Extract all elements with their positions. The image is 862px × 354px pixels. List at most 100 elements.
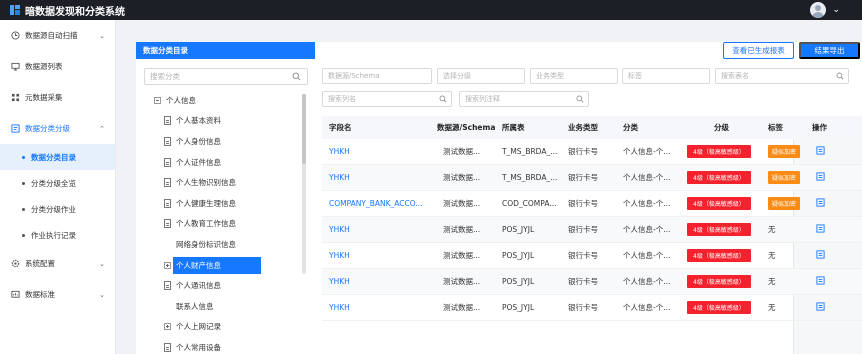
expand-icon[interactable]	[164, 261, 171, 269]
field-name-link[interactable]: COMPANY_BANK_ACCO...	[329, 199, 423, 208]
datasource-cell: 测试数据...	[443, 173, 481, 182]
datasource-cell: 测试数据...	[443, 251, 481, 260]
edit-icon[interactable]	[816, 276, 825, 285]
column-name-search[interactable]: 搜索列名	[322, 91, 452, 107]
expand-icon[interactable]	[164, 323, 171, 331]
sidebar-subitem-overview[interactable]: 分类分级全览	[0, 170, 115, 196]
document-icon	[164, 219, 171, 229]
class-cell: 个人信息-个...	[623, 277, 671, 286]
table-row[interactable]: YHKH 测试数据... T_MS_BRDA_... 银行卡号 个人信息-个... 4级（…	[322, 165, 862, 191]
chevron-down-icon: ⌄	[99, 290, 105, 299]
edit-icon[interactable]	[816, 172, 825, 181]
bullet-icon	[22, 207, 25, 211]
edit-icon[interactable]	[816, 250, 825, 259]
tree-node[interactable]: 个人生物识别信息	[136, 172, 315, 193]
category-search-input[interactable]	[144, 68, 308, 85]
sidebar-item-data-standard[interactable]: 数据标准 ⌄	[0, 279, 115, 310]
search-icon[interactable]	[439, 95, 447, 103]
edit-icon[interactable]	[816, 198, 825, 207]
field-name-link[interactable]: YHKH	[329, 277, 350, 286]
tag-badge: 疑似加密	[768, 197, 801, 210]
tree-node[interactable]: 个人身份信息	[136, 131, 315, 152]
column-header: 分类	[623, 123, 638, 132]
sidebar-subitem-label: 分类分级作业	[31, 204, 76, 214]
search-icon[interactable]	[292, 72, 301, 81]
datasource-filter[interactable]: 数据源/Schema	[322, 68, 432, 84]
table-body: YHKH 测试数据... T_MS_BRDA_... 银行卡号 个人信息-个... 4级（…	[322, 139, 862, 321]
sidebar-item-auto-scan[interactable]: 数据源自动扫描 ⌄	[0, 20, 115, 51]
user-menu[interactable]: ⌄	[810, 2, 840, 18]
class-cell: 个人信息-个...	[623, 147, 671, 156]
sidebar-item-label: 数据源列表	[25, 62, 63, 71]
datasource-cell: 测试数据...	[443, 147, 481, 156]
tag-icon	[10, 124, 20, 134]
chevron-down-icon: ⌄	[99, 259, 105, 268]
tree-node[interactable]: 个人教育工作信息	[136, 214, 315, 235]
edit-icon[interactable]	[816, 224, 825, 233]
field-name-link[interactable]: YHKH	[329, 251, 350, 260]
sidebar-subitem-label: 数据分类目录	[31, 152, 76, 162]
tree-node[interactable]: 个人通讯信息	[136, 275, 315, 296]
tag-badge: 疑似加密	[768, 171, 801, 184]
view-report-button[interactable]: 查看已生成报表	[723, 42, 794, 59]
field-name-link[interactable]: YHKH	[329, 173, 350, 182]
column-header: 数据源/Schema	[437, 123, 495, 132]
sidebar-item-metadata[interactable]: 元数据采集	[0, 82, 115, 113]
document-icon	[164, 281, 171, 291]
document-icon	[164, 116, 171, 126]
table-row[interactable]: YHKH 测试数据... POS_JYJL 银行卡号 个人信息-个... 4级（极高敏感级…	[322, 217, 862, 243]
collapse-icon[interactable]	[154, 96, 161, 104]
edit-icon[interactable]	[816, 302, 825, 311]
datasource-cell: 测试数据...	[443, 199, 481, 208]
table-row[interactable]: COMPANY_BANK_ACCO... 测试数据... COD_COMPA... 银…	[322, 191, 862, 217]
sidebar-item-datasource-list[interactable]: 数据源列表	[0, 51, 115, 82]
biz-type-cell: 银行卡号	[568, 251, 598, 260]
tree-node[interactable]: 联系人信息	[136, 296, 315, 317]
avatar[interactable]	[810, 2, 827, 18]
level-badge: 4级（极高敏感级）	[687, 145, 751, 158]
search-icon[interactable]	[576, 95, 584, 103]
biz-type-filter[interactable]: 业务类型	[530, 68, 618, 84]
bullet-icon	[22, 233, 25, 237]
tag-text: 无	[768, 225, 776, 234]
biz-type-cell: 银行卡号	[568, 173, 598, 182]
field-name-link[interactable]: YHKH	[329, 303, 350, 312]
tree-node[interactable]: 个人基本资料	[136, 111, 315, 132]
sidebar-item-label: 系统配置	[25, 259, 55, 268]
tree-node-root[interactable]: 个人信息	[136, 90, 315, 111]
sidebar-subitem-label: 分类分级全览	[31, 178, 76, 188]
tree-node[interactable]: 网络身份标识信息	[136, 234, 315, 255]
document-icon	[164, 136, 171, 146]
tree-node[interactable]: 个人上网记录	[136, 317, 315, 338]
tree-scrollbar-thumb[interactable]	[302, 94, 306, 164]
table-row[interactable]: YHKH 测试数据... POS_JYJL 银行卡号 个人信息-个... 4级（极高敏感级…	[322, 295, 862, 321]
table-row[interactable]: YHKH 测试数据... POS_JYJL 银行卡号 个人信息-个... 4级（极高敏感级…	[322, 269, 862, 295]
column-comment-search[interactable]: 搜索列注释	[459, 91, 589, 107]
tag-filter[interactable]: 标签	[622, 68, 710, 84]
sidebar-subitem-jobs[interactable]: 分类分级作业	[0, 196, 115, 222]
biz-type-cell: 银行卡号	[568, 199, 598, 208]
sidebar-item-system-config[interactable]: 系统配置 ⌄	[0, 248, 115, 279]
search-icon[interactable]	[836, 72, 844, 80]
tree-node[interactable]: 个人健康生理信息	[136, 193, 315, 214]
chevron-down-icon[interactable]: ⌄	[832, 5, 840, 15]
table-name-search[interactable]: 搜索表名	[715, 68, 849, 84]
class-cell: 个人信息-个...	[623, 199, 671, 208]
field-name-link[interactable]: YHKH	[329, 225, 350, 234]
category-tree-panel: 数据分类目录 个人信息 个人基本资料 个人身份信息 个人证件信息 个人生物识别信…	[136, 42, 315, 354]
table-header: 字段名 数据源/Schema 所属表 业务类型 分类 分级 标签 操作	[322, 116, 862, 139]
column-header: 操作	[812, 123, 827, 132]
level-filter[interactable]: 选择分级	[437, 68, 525, 84]
tree-node[interactable]: 个人常用设备	[136, 337, 315, 354]
edit-icon[interactable]	[816, 146, 825, 155]
sidebar-item-classification[interactable]: 数据分类分级 ⌃	[0, 113, 115, 144]
table-row[interactable]: YHKH 测试数据... T_MS_BRDA_... 银行卡号 个人信息-个... 4级（…	[322, 139, 862, 165]
sidebar-subitem-job-records[interactable]: 作业执行记录	[0, 222, 115, 248]
field-name-link[interactable]: YHKH	[329, 147, 350, 156]
tree-node-selected[interactable]: 个人财产信息	[136, 255, 315, 276]
tree-node[interactable]: 个人证件信息	[136, 152, 315, 173]
table-row[interactable]: YHKH 测试数据... POS_JYJL 银行卡号 个人信息-个... 4级（极高敏感级…	[322, 243, 862, 269]
export-button[interactable]: 结果导出	[799, 42, 860, 59]
sidebar-subitem-catalog[interactable]: 数据分类目录	[0, 144, 115, 170]
chart-icon	[10, 290, 20, 300]
